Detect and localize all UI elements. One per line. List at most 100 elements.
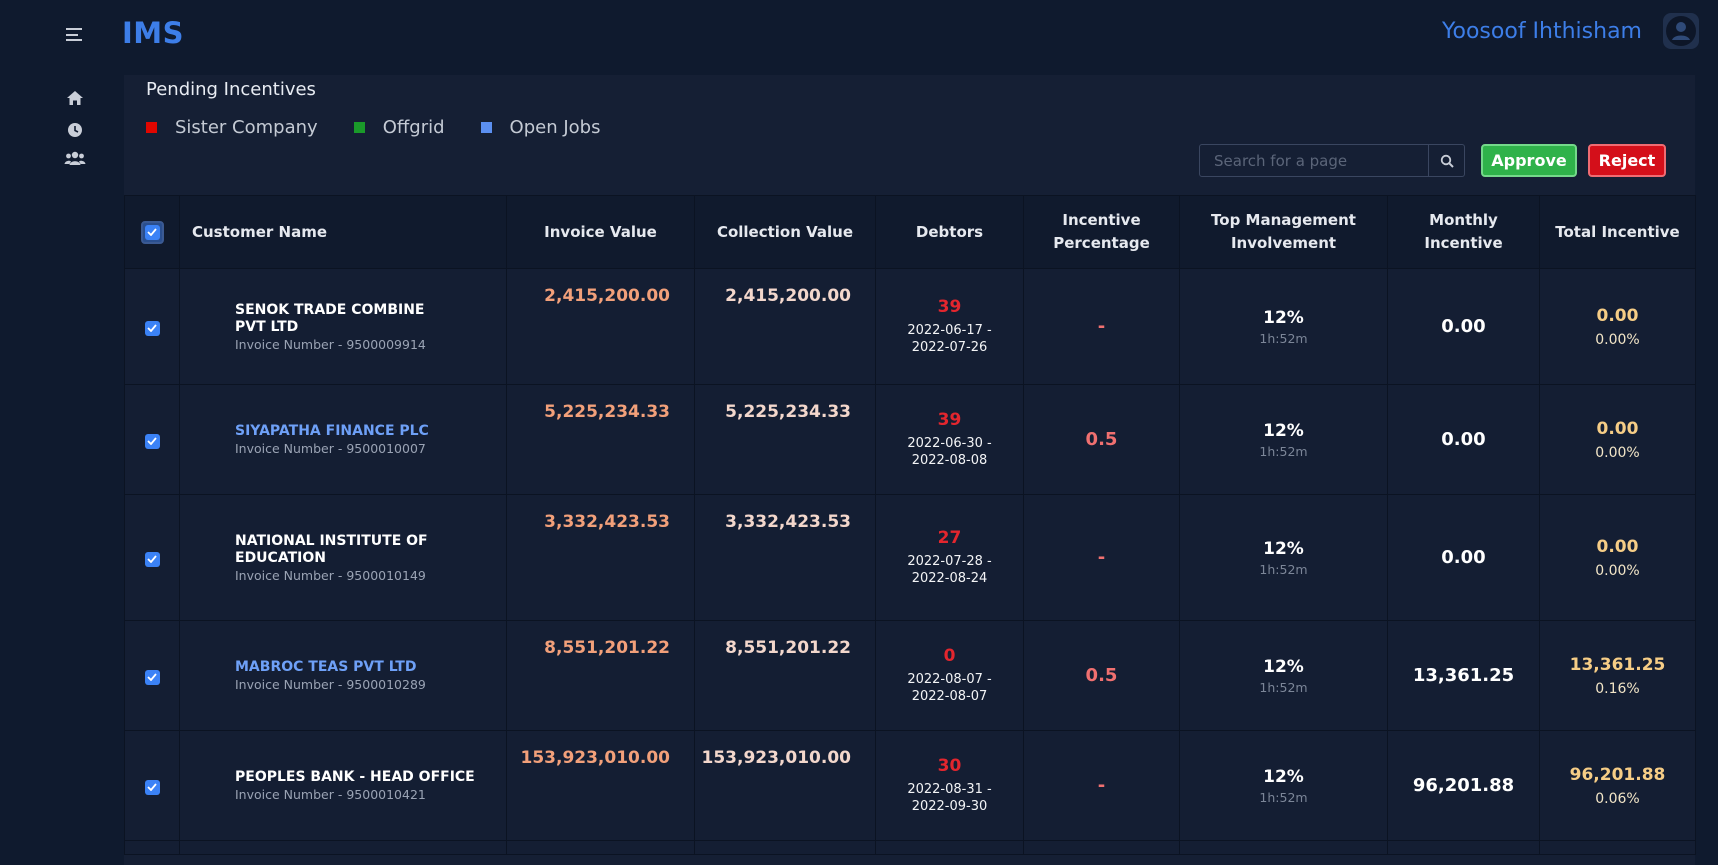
- table-row[interactable]: SENOK TRADE COMBINE PVT LTD Invoice Numb…: [124, 268, 1696, 385]
- row-checkbox[interactable]: [144, 433, 160, 449]
- monthly-incentive: 96,201.88: [1387, 730, 1540, 841]
- checkbox-checked-icon: [144, 224, 160, 240]
- partial-cell: [179, 840, 507, 855]
- total-incentive-cell: 96,201.88 0.06%: [1539, 730, 1696, 841]
- tmi-percentage: 12%: [1263, 766, 1304, 787]
- row-checkbox[interactable]: [144, 779, 160, 795]
- top-management-cell: 12% 1h:52m: [1179, 730, 1388, 841]
- column-header-debtors[interactable]: Debtors: [875, 195, 1024, 269]
- tmi-time: 1h:52m: [1259, 679, 1308, 695]
- legend-label: Sister Company: [175, 117, 318, 138]
- incentive-percentage: 0.5: [1023, 620, 1180, 731]
- app-logo[interactable]: IMS: [122, 16, 184, 50]
- collection-value: 3,332,423.53: [694, 494, 876, 621]
- total-incentive-percentage: 0.00%: [1595, 562, 1640, 579]
- user-name[interactable]: Yoosoof Ihthisham: [1442, 19, 1642, 44]
- legend-swatch-sister-company: [146, 122, 157, 133]
- partial-cell: [124, 840, 180, 855]
- total-incentive-percentage: 0.00%: [1595, 444, 1640, 461]
- column-header-total-incentive[interactable]: Total Incentive: [1539, 195, 1696, 269]
- total-incentive-cell: 0.00 0.00%: [1539, 494, 1696, 621]
- tmi-time: 1h:52m: [1259, 330, 1308, 346]
- debtor-dates: 2022-06-17 - 2022-07-26: [907, 323, 992, 355]
- home-icon[interactable]: [64, 88, 86, 108]
- incentive-percentage: -: [1023, 494, 1180, 621]
- search-button[interactable]: [1429, 144, 1465, 177]
- legend-swatch-open-jobs: [480, 122, 492, 133]
- total-incentive: 0.00: [1596, 305, 1639, 326]
- tmi-percentage: 12%: [1263, 538, 1304, 559]
- tmi-time: 1h:52m: [1259, 561, 1308, 577]
- partial-cell: [1179, 840, 1388, 855]
- select-all-checkbox[interactable]: [140, 220, 164, 244]
- column-header-monthly-incentive[interactable]: Monthly Incentive: [1387, 195, 1540, 269]
- search-input[interactable]: [1199, 144, 1429, 177]
- column-header-customer[interactable]: Customer Name: [179, 195, 507, 269]
- total-incentive-percentage: 0.06%: [1595, 790, 1640, 807]
- main-panel: Pending Incentives Sister Company Offgri…: [124, 75, 1696, 865]
- column-header-incentive-percentage[interactable]: Incentive Percentage: [1023, 195, 1180, 269]
- tmi-time: 1h:52m: [1259, 789, 1308, 805]
- row-checkbox[interactable]: [144, 669, 160, 685]
- invoice-value: 3,332,423.53: [506, 494, 695, 621]
- table-row[interactable]: PEOPLES BANK - HEAD OFFICE Invoice Numbe…: [124, 730, 1696, 841]
- avatar[interactable]: [1663, 13, 1699, 49]
- invoice-number: Invoice Number - 9500010149: [235, 567, 426, 583]
- column-header-collection-value[interactable]: Collection Value: [694, 195, 876, 269]
- table-row[interactable]: NATIONAL INSTITUTE OF EDUCATION Invoice …: [124, 494, 1696, 621]
- user-avatar-icon: [1666, 16, 1696, 46]
- users-icon[interactable]: [64, 148, 86, 168]
- partial-cell: [875, 840, 1024, 855]
- incentives-table: Customer Name Invoice Value Collection V…: [124, 195, 1696, 855]
- reject-button[interactable]: Reject: [1588, 144, 1666, 177]
- row-checkbox[interactable]: [144, 320, 160, 336]
- incentive-percentage: 0.5: [1023, 384, 1180, 495]
- sidebar: [0, 70, 122, 865]
- collection-value: 8,551,201.22: [694, 620, 876, 731]
- menu-toggle-icon[interactable]: [66, 28, 82, 41]
- debtor-days: 0: [943, 646, 956, 666]
- tmi-percentage: 12%: [1263, 656, 1304, 677]
- monthly-incentive: 0.00: [1387, 268, 1540, 385]
- tmi-percentage: 12%: [1263, 307, 1304, 328]
- total-incentive-percentage: 0.16%: [1595, 680, 1640, 697]
- column-header-top-management[interactable]: Top Management Involvement: [1179, 195, 1388, 269]
- top-bar: IMS Yoosoof Ihthisham: [0, 0, 1718, 70]
- invoice-number: Invoice Number - 9500010289: [235, 677, 426, 692]
- row-select-cell: [124, 620, 180, 731]
- customer-name-link[interactable]: SIYAPATHA FINANCE PLC: [235, 423, 445, 440]
- approve-button[interactable]: Approve: [1481, 144, 1577, 177]
- legend-swatch-offgrid: [353, 122, 365, 133]
- partial-cell: [1387, 840, 1540, 855]
- partial-cell: [694, 840, 876, 855]
- total-incentive: 13,361.25: [1569, 654, 1666, 675]
- column-header-invoice-value[interactable]: Invoice Value: [506, 195, 695, 269]
- debtor-dates: 2022-06-30 - 2022-08-08: [907, 436, 992, 468]
- row-select-cell: [124, 268, 180, 385]
- debtors-cell: 39 2022-06-30 - 2022-08-08: [875, 384, 1024, 495]
- total-incentive: 96,201.88: [1569, 764, 1666, 785]
- total-incentive-percentage: 0.00%: [1595, 331, 1640, 348]
- table-row[interactable]: SIYAPATHA FINANCE PLC Invoice Number - 9…: [124, 384, 1696, 495]
- collection-value: 5,225,234.33: [694, 384, 876, 495]
- clock-icon[interactable]: [64, 120, 86, 140]
- debtors-cell: 27 2022-07-28 - 2022-08-24: [875, 494, 1024, 621]
- row-checkbox[interactable]: [144, 551, 160, 567]
- incentive-percentage: -: [1023, 730, 1180, 841]
- debtors-cell: 30 2022-08-31 - 2022-09-30: [875, 730, 1024, 841]
- debtors-cell: 0 2022-08-07 - 2022-08-07: [875, 620, 1024, 731]
- tmi-time: 1h:52m: [1259, 443, 1308, 459]
- debtor-dates: 2022-07-28 - 2022-08-24: [907, 554, 992, 586]
- customer-name-link[interactable]: MABROC TEAS PVT LTD: [235, 659, 445, 676]
- total-incentive: 0.00: [1596, 418, 1639, 439]
- invoice-value: 153,923,010.00: [506, 730, 695, 841]
- total-incentive-cell: 0.00 0.00%: [1539, 268, 1696, 385]
- legend-label: Open Jobs: [509, 117, 601, 138]
- customer-name: PEOPLES BANK - HEAD OFFICE: [235, 769, 475, 785]
- debtor-days: 39: [937, 297, 962, 317]
- monthly-incentive: 0.00: [1387, 494, 1540, 621]
- invoice-number: Invoice Number - 9500009914: [235, 336, 426, 352]
- customer-name: NATIONAL INSTITUTE OF EDUCATION: [235, 532, 428, 566]
- table-row[interactable]: MABROC TEAS PVT LTD Invoice Number - 950…: [124, 620, 1696, 731]
- debtor-dates: 2022-08-31 - 2022-09-30: [907, 782, 992, 814]
